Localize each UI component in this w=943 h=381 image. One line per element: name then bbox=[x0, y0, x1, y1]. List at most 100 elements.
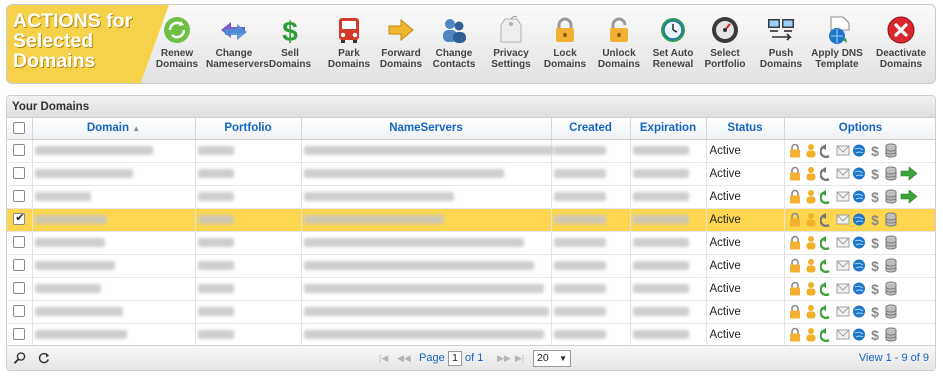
contact-person-icon[interactable] bbox=[804, 327, 818, 342]
lock-icon[interactable] bbox=[788, 166, 802, 181]
row-checkbox-cell[interactable] bbox=[7, 231, 33, 255]
dns-globe-icon[interactable] bbox=[852, 258, 866, 273]
dollar-option-icon[interactable]: $ bbox=[868, 235, 882, 251]
row-checkbox[interactable] bbox=[13, 190, 26, 203]
database-icon[interactable] bbox=[884, 189, 898, 204]
column-header-domain-label[interactable]: Domain bbox=[87, 122, 129, 134]
email-icon[interactable] bbox=[836, 143, 850, 158]
row-checkbox-cell[interactable] bbox=[7, 323, 33, 347]
table-row[interactable]: Active $ bbox=[7, 300, 935, 324]
database-icon[interactable] bbox=[884, 143, 898, 158]
dollar-option-icon[interactable]: $ bbox=[868, 327, 882, 343]
dns-globe-icon[interactable] bbox=[852, 166, 866, 181]
select-all-checkbox-cell[interactable] bbox=[7, 118, 33, 140]
row-checkbox-cell[interactable] bbox=[7, 208, 33, 232]
table-row[interactable]: Active $ bbox=[7, 231, 935, 255]
column-header-domain[interactable]: Domain ▲ bbox=[32, 118, 196, 140]
row-checkbox[interactable] bbox=[13, 211, 26, 226]
contact-person-icon[interactable] bbox=[804, 235, 818, 250]
forward-curve-icon[interactable] bbox=[818, 166, 834, 182]
dns-globe-icon[interactable] bbox=[852, 304, 866, 319]
prev-page-icon[interactable]: ◀◀ bbox=[397, 346, 411, 370]
domain-cell[interactable] bbox=[32, 185, 196, 209]
domain-cell[interactable] bbox=[32, 254, 196, 278]
refresh-icon[interactable] bbox=[37, 350, 51, 364]
domain-cell[interactable] bbox=[32, 139, 196, 163]
row-checkbox-cell[interactable] bbox=[7, 139, 33, 163]
table-row[interactable]: Active $ bbox=[7, 323, 935, 347]
contact-person-icon[interactable] bbox=[804, 304, 818, 319]
lock-icon[interactable] bbox=[788, 143, 802, 158]
select-all-checkbox[interactable] bbox=[13, 122, 26, 135]
contact-person-icon[interactable] bbox=[804, 258, 818, 273]
dollar-option-icon[interactable]: $ bbox=[868, 189, 882, 205]
dollar-option-icon[interactable]: $ bbox=[868, 281, 882, 297]
sort-icon[interactable]: ▲ bbox=[132, 124, 140, 133]
column-header-nameservers[interactable]: NameServers bbox=[301, 118, 552, 140]
dollar-option-icon[interactable]: $ bbox=[868, 212, 882, 228]
dns-globe-icon[interactable] bbox=[852, 281, 866, 296]
lock-icon[interactable] bbox=[788, 212, 802, 227]
dns-globe-icon[interactable] bbox=[852, 212, 866, 227]
contacts-button[interactable]: Change Contacts bbox=[426, 15, 482, 81]
database-icon[interactable] bbox=[884, 327, 898, 342]
domain-cell[interactable] bbox=[32, 162, 196, 186]
domain-cell[interactable] bbox=[32, 300, 196, 324]
forward-curve-icon[interactable] bbox=[818, 212, 834, 228]
contact-person-icon[interactable] bbox=[804, 189, 818, 204]
contact-person-icon[interactable] bbox=[804, 166, 818, 181]
dns-globe-icon[interactable] bbox=[852, 143, 866, 158]
lock-button[interactable]: Lock Domains bbox=[537, 15, 593, 81]
lock-icon[interactable] bbox=[788, 258, 802, 273]
row-checkbox[interactable] bbox=[13, 282, 26, 295]
forward-curve-icon[interactable] bbox=[818, 258, 834, 274]
column-header-expiration[interactable]: Expiration bbox=[630, 118, 707, 140]
row-checkbox[interactable] bbox=[13, 328, 26, 341]
table-row[interactable]: Active $ bbox=[7, 185, 935, 209]
database-icon[interactable] bbox=[884, 304, 898, 319]
contact-person-icon[interactable] bbox=[804, 143, 818, 158]
push-computers-button[interactable]: Push Domains bbox=[753, 15, 809, 81]
database-icon[interactable] bbox=[884, 281, 898, 296]
email-icon[interactable] bbox=[836, 189, 850, 204]
email-icon[interactable] bbox=[836, 235, 850, 250]
table-row[interactable]: Active $ bbox=[7, 162, 935, 186]
row-checkbox[interactable] bbox=[13, 144, 26, 157]
last-page-icon[interactable]: ▶| bbox=[515, 346, 524, 370]
contact-person-icon[interactable] bbox=[804, 212, 818, 227]
dollar-option-icon[interactable]: $ bbox=[868, 258, 882, 274]
lock-icon[interactable] bbox=[788, 281, 802, 296]
column-header-created[interactable]: Created bbox=[551, 118, 631, 140]
privacy-tag-button[interactable]: Privacy Settings bbox=[483, 15, 539, 81]
email-icon[interactable] bbox=[836, 304, 850, 319]
email-icon[interactable] bbox=[836, 166, 850, 181]
lock-icon[interactable] bbox=[788, 235, 802, 250]
green-forward-arrow-icon[interactable] bbox=[900, 189, 918, 204]
row-checkbox[interactable] bbox=[13, 167, 26, 180]
green-forward-arrow-icon[interactable] bbox=[900, 166, 918, 181]
lock-icon[interactable] bbox=[788, 304, 802, 319]
dns-globe-icon[interactable] bbox=[852, 327, 866, 342]
next-page-icon[interactable]: ▶▶ bbox=[497, 346, 511, 370]
forward-curve-icon[interactable] bbox=[818, 327, 834, 343]
first-page-icon[interactable]: |◀ bbox=[379, 346, 388, 370]
lock-icon[interactable] bbox=[788, 327, 802, 342]
contact-person-icon[interactable] bbox=[804, 281, 818, 296]
database-icon[interactable] bbox=[884, 166, 898, 181]
forward-curve-icon[interactable] bbox=[818, 281, 834, 297]
email-icon[interactable] bbox=[836, 281, 850, 296]
renew-button[interactable]: Renew Domains bbox=[149, 15, 205, 81]
column-header-portfolio[interactable]: Portfolio bbox=[195, 118, 302, 140]
dollar-button[interactable]: $ Sell Domains bbox=[262, 15, 318, 81]
dns-template-button[interactable]: Apply DNS Template bbox=[809, 15, 865, 81]
dollar-option-icon[interactable]: $ bbox=[868, 143, 882, 159]
rows-per-page-select[interactable]: 20 ▼ bbox=[533, 350, 571, 367]
forward-curve-icon[interactable] bbox=[818, 143, 834, 159]
table-row[interactable]: Active $ bbox=[7, 208, 935, 232]
row-checkbox-cell[interactable] bbox=[7, 254, 33, 278]
table-row[interactable]: Active $ bbox=[7, 139, 935, 163]
database-icon[interactable] bbox=[884, 212, 898, 227]
table-row[interactable]: Active $ bbox=[7, 254, 935, 278]
domain-cell[interactable] bbox=[32, 323, 196, 347]
portfolio-gauge-button[interactable]: Select Portfolio bbox=[697, 15, 753, 81]
